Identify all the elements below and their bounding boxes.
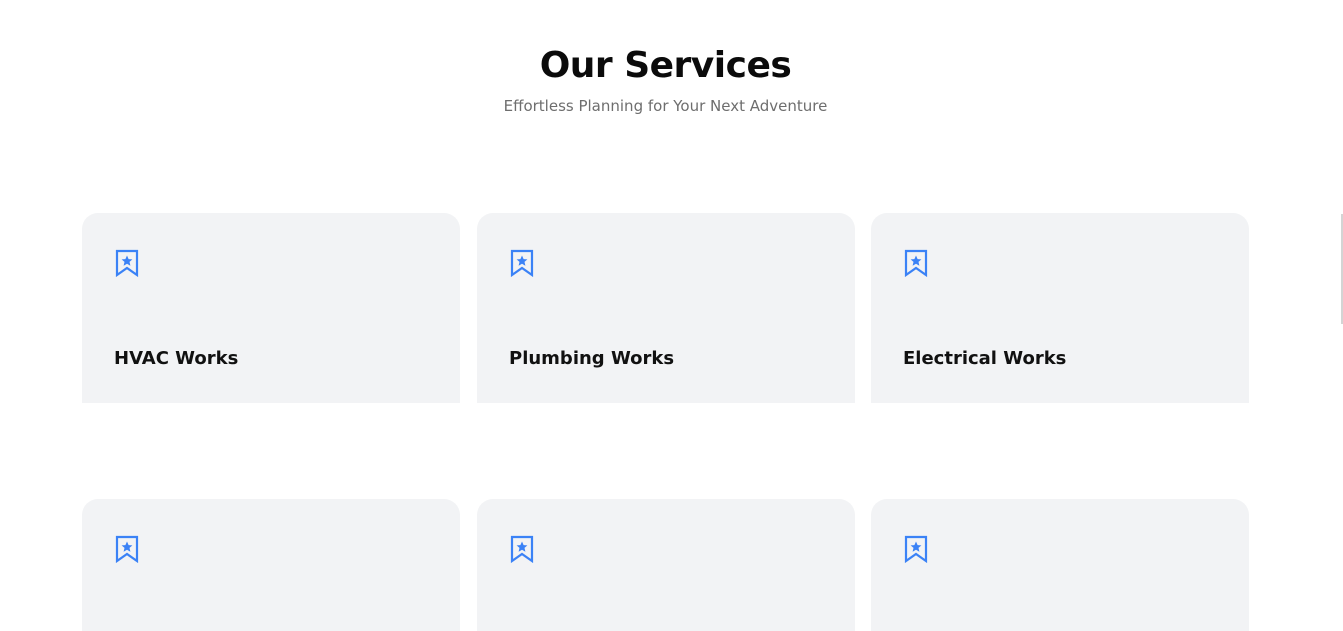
bookmark-star-icon — [510, 535, 534, 563]
service-card-title: Plumbing Works — [509, 348, 675, 369]
service-card-plumbing[interactable]: Plumbing Works — [477, 213, 855, 403]
section-subtitle: Effortless Planning for Your Next Advent… — [503, 97, 828, 115]
bookmark-star-icon — [510, 249, 534, 277]
bookmark-star-icon — [115, 249, 139, 277]
service-card-electrical[interactable]: Electrical Works — [871, 213, 1249, 403]
bookmark-star-icon — [115, 535, 139, 563]
service-card-title: HVAC Works — [114, 348, 239, 369]
service-card-hvac[interactable]: HVAC Works — [82, 213, 460, 403]
section-title: Our Services — [539, 45, 792, 86]
service-card-6[interactable] — [871, 499, 1249, 631]
service-card-5[interactable] — [477, 499, 855, 631]
service-card-4[interactable] — [82, 499, 460, 631]
services-section: Our Services Effortless Planning for You… — [0, 0, 1343, 631]
bookmark-star-icon — [904, 249, 928, 277]
bookmark-star-icon — [904, 535, 928, 563]
service-card-title: Electrical Works — [903, 348, 1067, 369]
